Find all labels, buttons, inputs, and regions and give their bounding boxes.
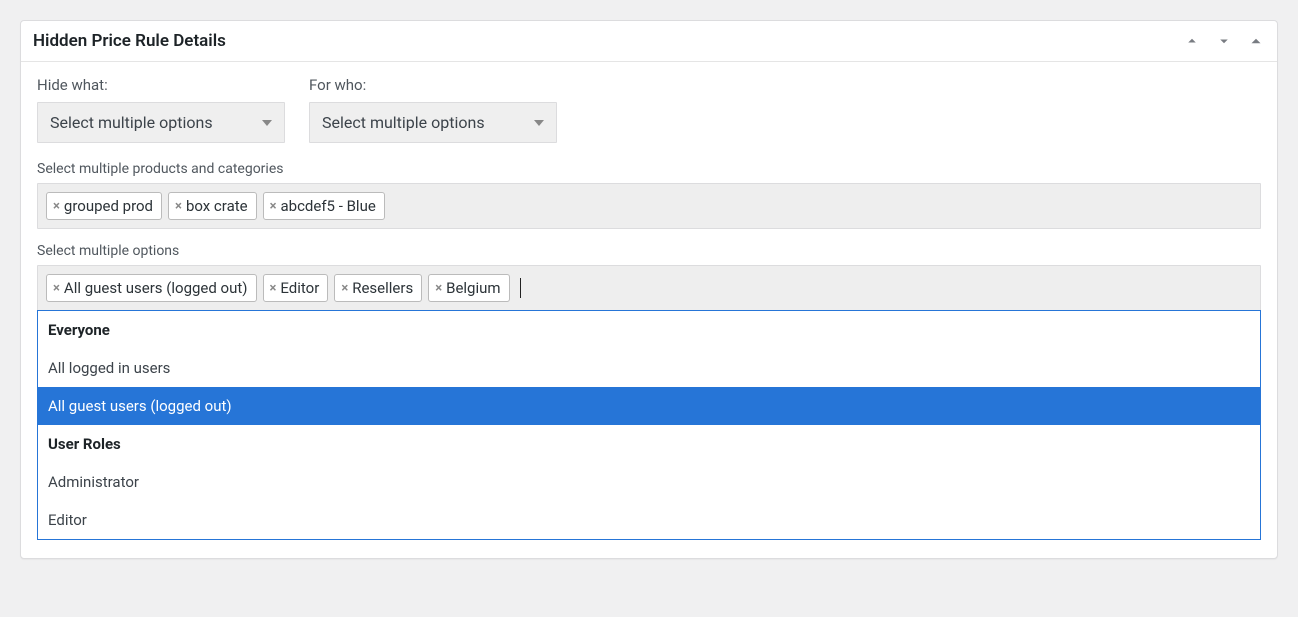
caret-down-icon bbox=[534, 120, 544, 126]
tag-label: box crate bbox=[186, 197, 248, 215]
options-section-label: Select multiple options bbox=[37, 243, 1261, 259]
hide-what-placeholder: Select multiple options bbox=[50, 113, 213, 132]
dropdown-group-title: Everyone bbox=[38, 311, 1260, 349]
remove-tag-icon[interactable]: × bbox=[435, 282, 442, 295]
options-dropdown[interactable]: EveryoneAll logged in usersAll guest use… bbox=[37, 310, 1261, 540]
hide-what-field: Hide what: Select multiple options bbox=[37, 76, 285, 143]
for-who-label: For who: bbox=[309, 76, 557, 94]
option-tag[interactable]: × Resellers bbox=[334, 274, 422, 302]
panel-header: Hidden Price Rule Details bbox=[21, 21, 1277, 62]
product-tag[interactable]: × box crate bbox=[168, 192, 257, 220]
for-who-field: For who: Select multiple options bbox=[309, 76, 557, 143]
dropdown-item[interactable]: Editor bbox=[38, 501, 1260, 539]
panel-title: Hidden Price Rule Details bbox=[33, 31, 226, 51]
options-tag-container[interactable]: ×All guest users (logged out)×Editor×Res… bbox=[37, 265, 1261, 311]
remove-tag-icon[interactable]: × bbox=[270, 200, 277, 213]
panel-header-controls bbox=[1183, 32, 1265, 50]
option-tag[interactable]: ×Editor bbox=[263, 274, 329, 302]
dropdown-item[interactable]: All logged in users bbox=[38, 349, 1260, 387]
text-cursor bbox=[520, 278, 521, 298]
product-tag[interactable]: × grouped prod bbox=[46, 192, 162, 220]
collapse-icon[interactable] bbox=[1247, 32, 1265, 50]
remove-tag-icon[interactable]: × bbox=[53, 200, 60, 213]
tag-label: All guest users (logged out) bbox=[64, 279, 248, 297]
dropdown-item[interactable]: All guest users (logged out) bbox=[38, 387, 1260, 425]
remove-tag-icon[interactable]: × bbox=[175, 200, 182, 213]
products-section-label: Select multiple products and categories bbox=[37, 161, 1261, 177]
hide-what-select[interactable]: Select multiple options bbox=[37, 102, 285, 143]
for-who-select[interactable]: Select multiple options bbox=[309, 102, 557, 143]
rule-details-panel: Hidden Price Rule Details Hide what: Sel… bbox=[20, 20, 1278, 559]
dropdown-group-title: User Roles bbox=[38, 425, 1260, 463]
tag-label: Belgium bbox=[446, 279, 500, 297]
remove-tag-icon[interactable]: × bbox=[53, 282, 60, 295]
hide-what-label: Hide what: bbox=[37, 76, 285, 94]
remove-tag-icon[interactable]: × bbox=[341, 282, 348, 295]
caret-down-icon bbox=[262, 120, 272, 126]
products-tag-container[interactable]: × grouped prod × box crate × abcdef5 - Blue bbox=[37, 183, 1261, 229]
option-tag[interactable]: × All guest users (logged out) bbox=[46, 274, 257, 302]
tag-label: Resellers bbox=[352, 279, 413, 297]
tag-label: grouped prod bbox=[64, 197, 153, 215]
product-tag[interactable]: × abcdef5 - Blue bbox=[263, 192, 385, 220]
chevron-up-icon[interactable] bbox=[1183, 32, 1201, 50]
tag-label: Editor bbox=[280, 279, 319, 297]
dropdown-item[interactable]: Administrator bbox=[38, 463, 1260, 501]
for-who-placeholder: Select multiple options bbox=[322, 113, 485, 132]
top-row: Hide what: Select multiple options For w… bbox=[37, 76, 1261, 143]
chevron-down-icon[interactable] bbox=[1215, 32, 1233, 50]
option-tag[interactable]: × Belgium bbox=[428, 274, 509, 302]
remove-tag-icon[interactable]: × bbox=[270, 282, 277, 295]
panel-body: Hide what: Select multiple options For w… bbox=[21, 62, 1277, 558]
tag-label: abcdef5 - Blue bbox=[281, 197, 376, 215]
